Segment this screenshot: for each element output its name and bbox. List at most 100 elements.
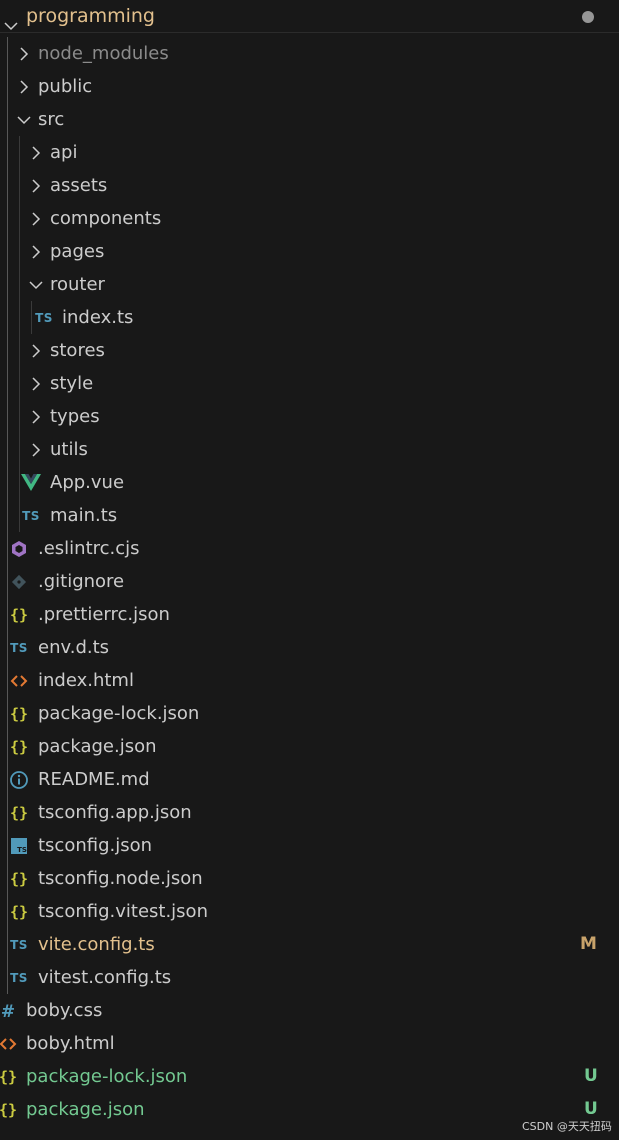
vue-icon — [21, 466, 41, 499]
tree-item-label: package-lock.json — [38, 703, 200, 724]
tree-item-label: package.json — [38, 736, 157, 757]
file-item-vite-config-ts[interactable]: TS vite.config.ts M — [0, 928, 619, 961]
file-item-eslintrc-cjs[interactable]: .eslintrc.cjs — [0, 532, 619, 565]
git-untracked-badge: U — [584, 1066, 598, 1086]
eslint-icon — [9, 532, 29, 565]
chevron-right-icon[interactable] — [28, 235, 44, 268]
tree-item-label: .eslintrc.cjs — [38, 538, 140, 559]
info-icon — [9, 763, 29, 796]
file-item-gitignore[interactable]: .gitignore — [0, 565, 619, 598]
folder-item-assets[interactable]: assets — [0, 169, 619, 202]
json-icon: {} — [0, 1093, 18, 1126]
tree-item-label: boby.html — [26, 1033, 115, 1054]
unsaved-indicator — [582, 11, 594, 23]
json-icon: {} — [9, 598, 29, 631]
ts-icon: TS — [10, 937, 28, 952]
chevron-right-icon[interactable] — [28, 169, 44, 202]
file-item-package-lock-json[interactable]: {} package-lock.json — [0, 697, 619, 730]
chevron-right-icon[interactable] — [28, 136, 44, 169]
file-item-boby-css[interactable]: # boby.css — [0, 994, 619, 1027]
tree-item-label: README.md — [38, 769, 150, 790]
tree-item-label: vite.config.ts — [38, 934, 155, 955]
tree-item-label: boby.css — [26, 1000, 103, 1021]
tree-item-label: assets — [50, 175, 108, 196]
tree-item-label: tsconfig.app.json — [38, 802, 192, 823]
html-icon — [0, 1027, 18, 1060]
folder-item-api[interactable]: api — [0, 136, 619, 169]
html-icon — [9, 664, 29, 697]
ts-icon: TS — [10, 970, 28, 985]
folder-item-components[interactable]: components — [0, 202, 619, 235]
folder-item-pages[interactable]: pages — [0, 235, 619, 268]
ts-icon: TS — [35, 310, 53, 325]
folder-item-stores[interactable]: stores — [0, 334, 619, 367]
folder-item-utils[interactable]: utils — [0, 433, 619, 466]
tree-item-label: utils — [50, 439, 88, 460]
json-icon: {} — [9, 730, 29, 763]
git-icon — [9, 565, 29, 598]
file-item-tsconfig-node-json[interactable]: {} tsconfig.node.json — [0, 862, 619, 895]
chevron-right-icon[interactable] — [28, 433, 44, 466]
tree-item-label: index.html — [38, 670, 134, 691]
file-explorer: programming node_modulespublic src api asse… — [0, 0, 619, 1140]
json-icon: {} — [9, 862, 29, 895]
folder-item-style[interactable]: style — [0, 367, 619, 400]
tree-item-label: api — [50, 142, 78, 163]
file-item-prettierrc-json[interactable]: {} .prettierrc.json — [0, 598, 619, 631]
tree-item-label: index.ts — [62, 307, 134, 328]
chevron-down-icon[interactable] — [16, 103, 32, 136]
tree-item-label: style — [50, 373, 94, 394]
chevron-right-icon[interactable] — [28, 334, 44, 367]
tree-item-label: vitest.config.ts — [38, 967, 172, 988]
ts-icon: TS — [10, 640, 28, 655]
file-item-package-lock-json[interactable]: {} package-lock.json U — [0, 1060, 619, 1093]
folder-item-types[interactable]: types — [0, 400, 619, 433]
svg-text:{}: {} — [10, 903, 28, 921]
file-item-tsconfig-json[interactable]: TS tsconfig.json — [0, 829, 619, 862]
file-item-index-html[interactable]: index.html — [0, 664, 619, 697]
file-item-tsconfig-app-json[interactable]: {} tsconfig.app.json — [0, 796, 619, 829]
file-item-tsconfig-vitest-json[interactable]: {} tsconfig.vitest.json — [0, 895, 619, 928]
folder-item-node-modules[interactable]: node_modules — [0, 37, 619, 70]
folder-item-router[interactable]: router — [0, 268, 619, 301]
chevron-right-icon[interactable] — [16, 37, 32, 70]
tree-item-label: .prettierrc.json — [38, 604, 170, 625]
tree-item-label: main.ts — [50, 505, 118, 526]
file-item-readme-md[interactable]: README.md — [0, 763, 619, 796]
tree-item-label: tsconfig.node.json — [38, 868, 203, 889]
tree-item-label: package.json — [26, 1099, 145, 1120]
tree-item-label: stores — [50, 340, 105, 361]
ts-icon: TS — [22, 508, 40, 523]
file-item-env-d-ts[interactable]: TS env.d.ts — [0, 631, 619, 664]
tree-item-label: node_modules — [38, 43, 169, 64]
chevron-down-icon[interactable] — [28, 268, 44, 301]
tree-item-label: package-lock.json — [26, 1066, 188, 1087]
file-item-package-json[interactable]: {} package.json — [0, 730, 619, 763]
tsconfig-icon: TS — [9, 829, 29, 862]
svg-text:{}: {} — [10, 804, 28, 822]
chevron-right-icon[interactable] — [28, 400, 44, 433]
file-item-app-vue[interactable]: App.vue — [0, 466, 619, 499]
tree-item-label: types — [50, 406, 100, 427]
folder-item-public[interactable]: public — [0, 70, 619, 103]
chevron-right-icon[interactable] — [28, 367, 44, 400]
tree-item-label: public — [38, 76, 93, 97]
json-icon: {} — [9, 895, 29, 928]
css-icon: # — [0, 994, 18, 1027]
chevron-right-icon[interactable] — [16, 70, 32, 103]
tree-item-label: router — [50, 274, 105, 295]
file-item-boby-html[interactable]: boby.html — [0, 1027, 619, 1060]
explorer-root-header[interactable]: programming — [0, 0, 619, 33]
file-item-index-ts[interactable]: TS index.ts — [0, 301, 619, 334]
json-icon: {} — [9, 697, 29, 730]
tree-item-label: src — [38, 109, 65, 130]
file-item-vitest-config-ts[interactable]: TS vitest.config.ts — [0, 961, 619, 994]
workspace-folder-title: programming — [26, 5, 155, 27]
watermark: CSDN @天天扭码 — [522, 1120, 612, 1133]
file-item-main-ts[interactable]: TS main.ts — [0, 499, 619, 532]
folder-item-src[interactable]: src — [0, 103, 619, 136]
svg-text:{}: {} — [10, 705, 28, 723]
chevron-right-icon[interactable] — [28, 202, 44, 235]
tree-item-label: components — [50, 208, 162, 229]
tree-item-label: env.d.ts — [38, 637, 110, 658]
